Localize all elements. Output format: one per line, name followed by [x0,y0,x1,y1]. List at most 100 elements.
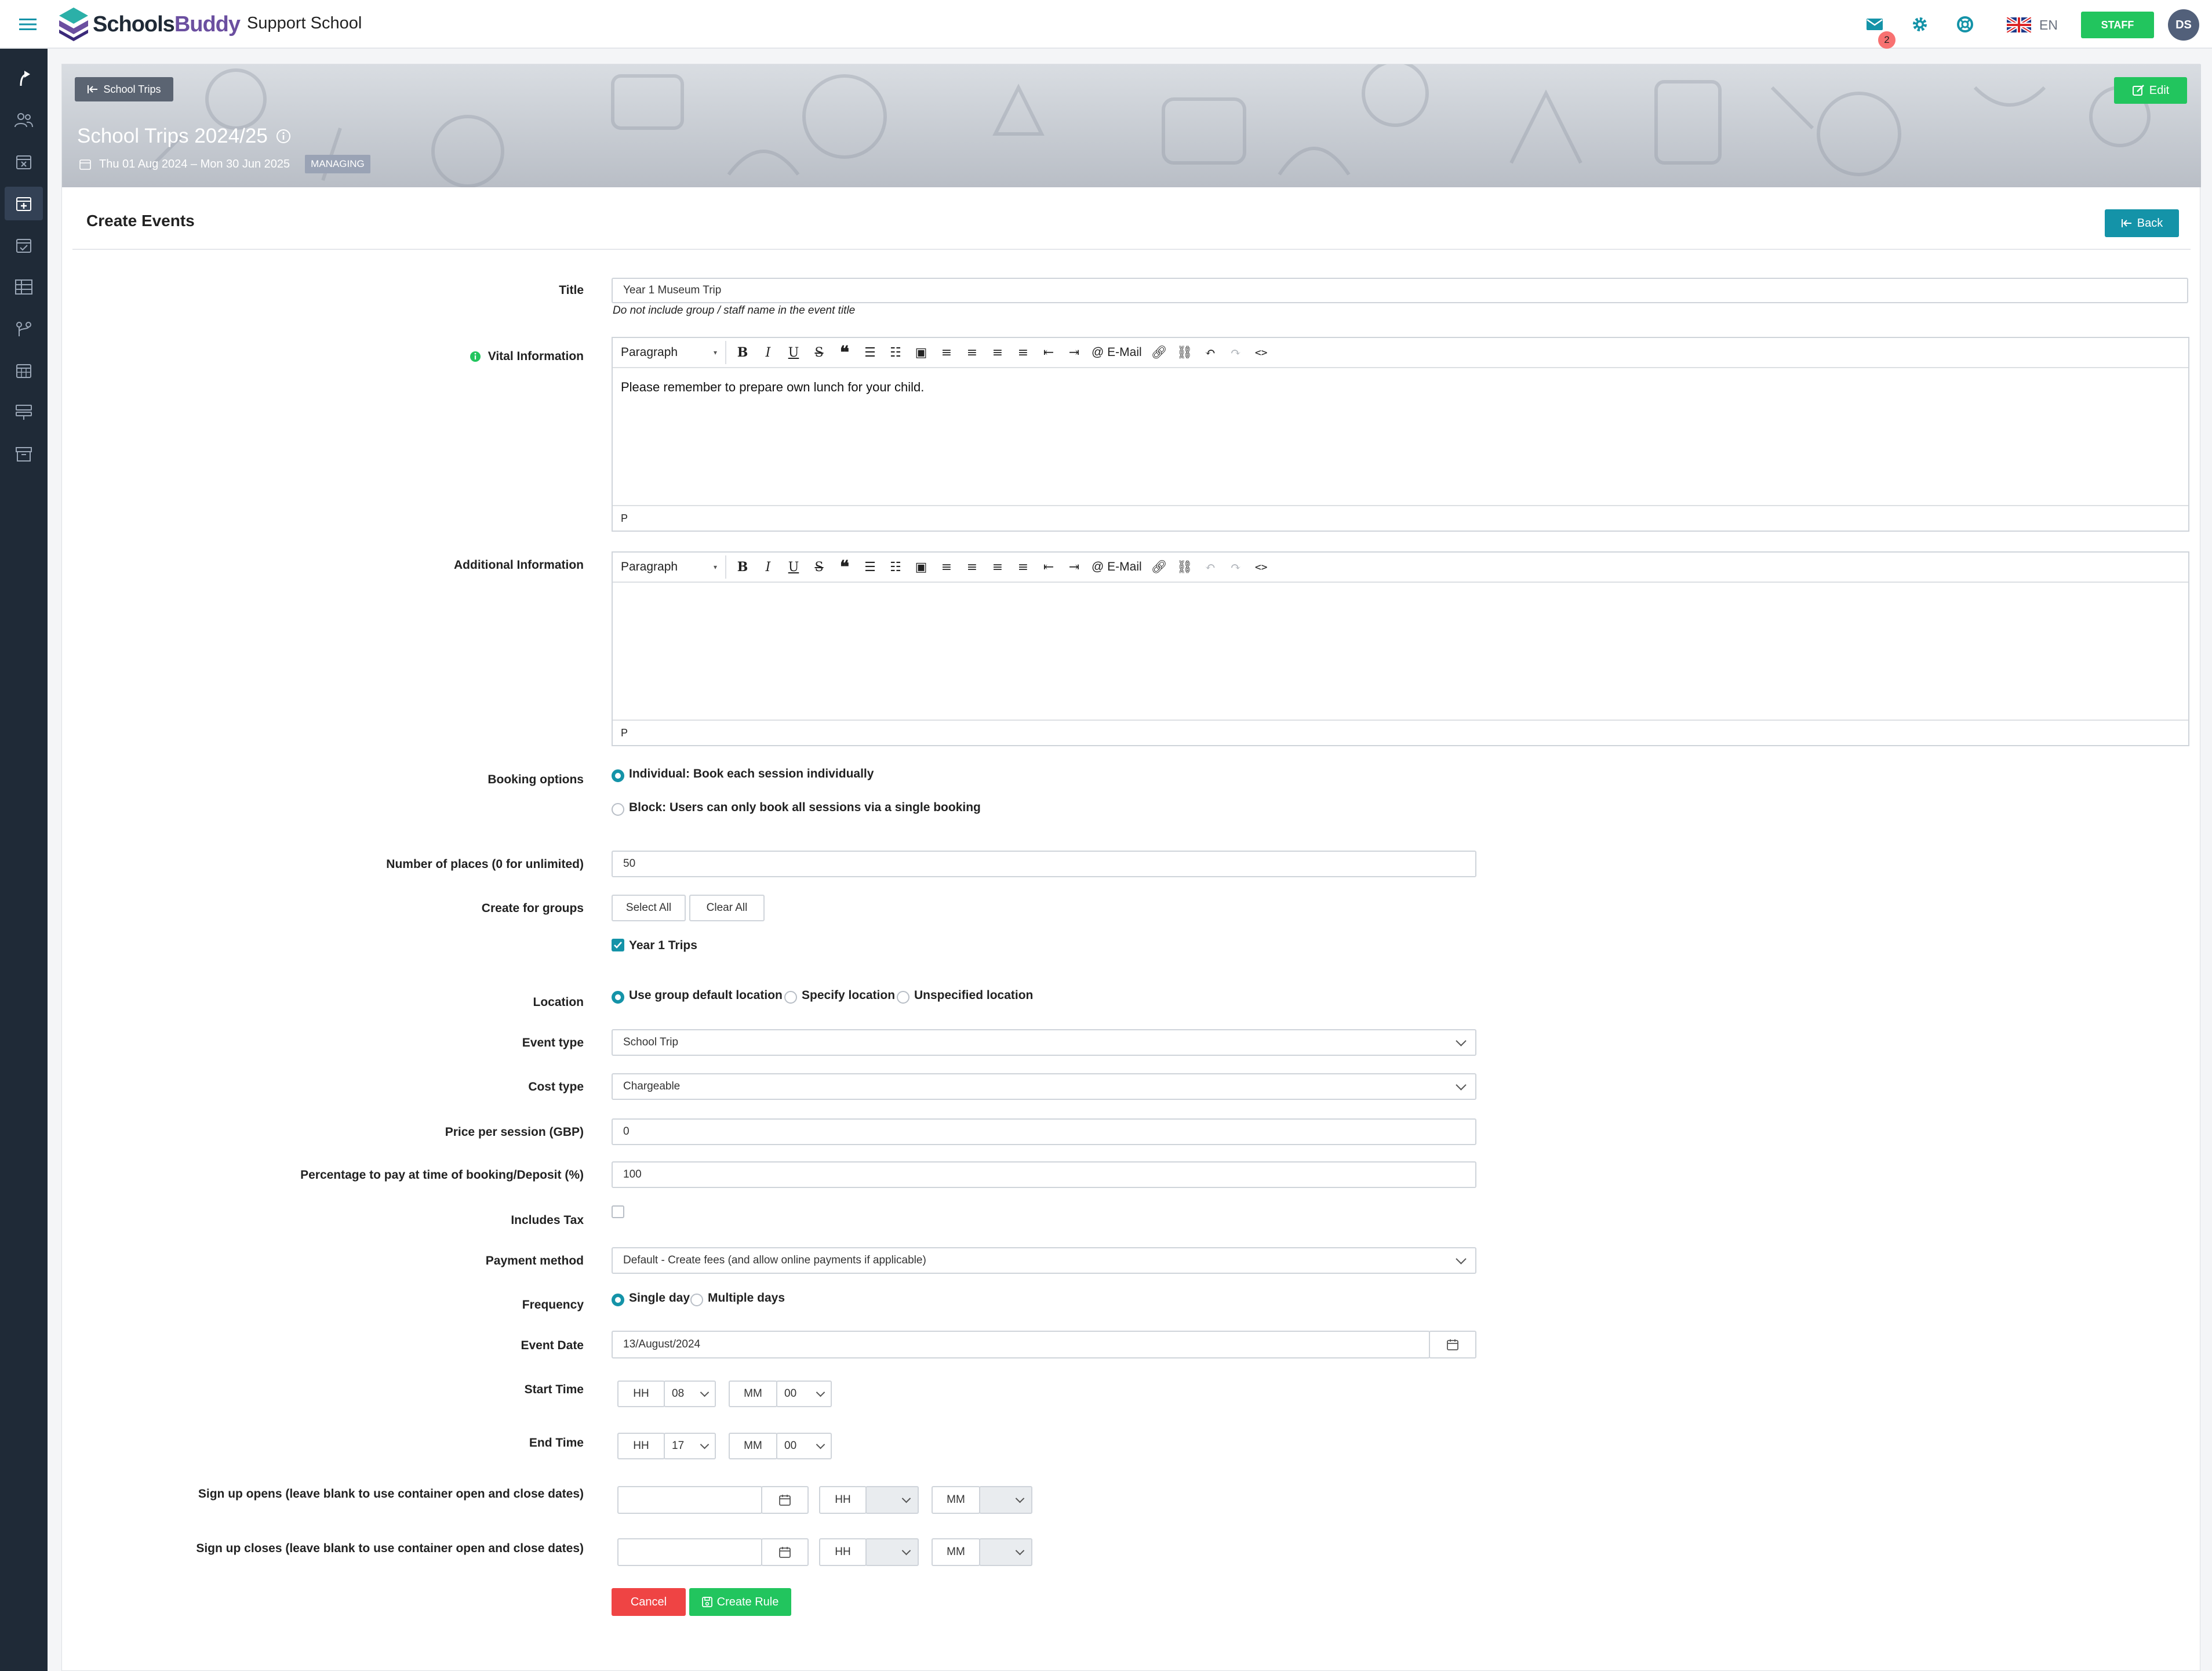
sidebar-item-calendar-check[interactable] [5,228,43,262]
source-code-icon[interactable]: <> [1249,341,1274,364]
gear-icon[interactable] [1908,13,1931,36]
bullet-list-icon[interactable]: ☰ [857,555,883,579]
event-date-input[interactable]: 13/August/2024 [612,1331,1430,1358]
bullet-list-icon[interactable]: ☰ [857,341,883,364]
undo-icon[interactable]: ↶ [1198,341,1223,364]
places-input[interactable]: 50 [612,851,1476,877]
sidebar-item-users[interactable] [5,103,43,137]
link-icon[interactable]: 🔗︎ [1147,341,1172,364]
brand-logo[interactable]: SchoolsBuddy [58,6,241,43]
unlink-icon[interactable]: ⛓︎ [1172,341,1198,364]
outdent-icon[interactable]: ⇤ [1036,555,1061,579]
align-left-icon[interactable]: ≡ [934,341,959,364]
underline-icon[interactable]: U [781,341,806,364]
language-selector[interactable]: EN [2007,15,2058,35]
align-left-icon[interactable]: ≡ [934,555,959,579]
booking-individual-radio[interactable] [612,769,624,782]
hamburger-menu-icon[interactable] [16,13,39,36]
sidebar-item-archive[interactable] [5,437,43,471]
signup-closes-minute-select[interactable] [979,1538,1032,1566]
user-avatar[interactable]: DS [2168,9,2199,41]
staff-role-button[interactable]: STAFF [2081,12,2154,38]
sidebar-item-table[interactable] [5,270,43,304]
bold-icon[interactable]: B [730,341,755,364]
sidebar-item-share[interactable] [5,61,43,95]
cost-type-select[interactable]: Chargeable [612,1073,1476,1100]
align-justify-icon[interactable]: ≡ [1010,555,1036,579]
school-trips-back-button[interactable]: School Trips [75,77,173,101]
indent-icon[interactable]: ⇥ [1061,555,1087,579]
blockquote-icon[interactable]: ❝ [832,341,857,364]
price-input[interactable]: 0 [612,1118,1476,1145]
start-hour-select[interactable]: 08 [664,1381,716,1407]
vital-info-editor[interactable]: Paragraph ▾ B I U S ❝ ☰ ☷ ▣ ≡ ≡ ≡ ≡ ⇤ ⇥ @… [612,337,2189,532]
strikethrough-icon[interactable]: S [806,555,832,579]
start-minute-select[interactable]: 00 [776,1381,832,1407]
format-dropdown[interactable]: Paragraph ▾ [613,555,726,579]
redo-icon[interactable]: ↷ [1223,555,1249,579]
numbered-list-icon[interactable]: ☷ [883,341,908,364]
group-checkbox-year1[interactable] [612,939,624,951]
strikethrough-icon[interactable]: S [806,341,832,364]
cancel-button[interactable]: Cancel [612,1588,686,1616]
signup-closes-date-picker[interactable] [761,1538,809,1566]
additional-editor-content[interactable] [621,587,2180,715]
image-icon[interactable]: ▣ [908,555,934,579]
italic-icon[interactable]: I [755,341,781,364]
booking-block-radio[interactable] [612,803,624,816]
help-lifebuoy-icon[interactable] [1953,13,1977,36]
frequency-single-radio[interactable] [612,1294,624,1306]
redo-icon[interactable]: ↷ [1223,341,1249,364]
sidebar-item-layers[interactable] [5,395,43,429]
signup-closes-date-input[interactable] [617,1538,762,1566]
end-hour-select[interactable]: 17 [664,1433,716,1459]
create-rule-button[interactable]: Create Rule [689,1588,791,1616]
signup-closes-hour-select[interactable] [865,1538,919,1566]
additional-info-editor[interactable]: Paragraph ▾ B I U S ❝ ☰ ☷ ▣ ≡ ≡ ≡ ≡ ⇤ ⇥ @… [612,551,2189,746]
select-all-button[interactable]: Select All [612,895,686,921]
align-justify-icon[interactable]: ≡ [1010,341,1036,364]
link-icon[interactable]: 🔗︎ [1147,555,1172,579]
edit-button[interactable]: Edit [2114,77,2187,104]
location-unspecified-radio[interactable] [897,991,909,1004]
undo-icon[interactable]: ↶ [1198,555,1223,579]
sidebar-item-calendar-x[interactable] [5,145,43,179]
sidebar-item-route[interactable] [5,312,43,346]
sidebar-item-calendar-plus[interactable] [5,187,43,220]
deposit-input[interactable]: 100 [612,1161,1476,1188]
align-center-icon[interactable]: ≡ [959,341,985,364]
signup-opens-date-picker[interactable] [761,1486,809,1514]
blockquote-icon[interactable]: ❝ [832,555,857,579]
outdent-icon[interactable]: ⇤ [1036,341,1061,364]
bold-icon[interactable]: B [730,555,755,579]
info-circle-icon[interactable] [276,129,291,144]
payment-method-select[interactable]: Default - Create fees (and allow online … [612,1247,1476,1274]
italic-icon[interactable]: I [755,555,781,579]
includes-tax-checkbox[interactable] [612,1205,624,1218]
email-link-button[interactable]: @ E-Mail [1087,555,1147,579]
image-icon[interactable]: ▣ [908,341,934,364]
align-center-icon[interactable]: ≡ [959,555,985,579]
unlink-icon[interactable]: ⛓︎ [1172,555,1198,579]
email-link-button[interactable]: @ E-Mail [1087,341,1147,364]
signup-opens-date-input[interactable] [617,1486,762,1514]
frequency-multiple-radio[interactable] [690,1294,703,1306]
vital-editor-content[interactable]: Please remember to prepare own lunch for… [621,380,924,395]
signup-opens-hour-select[interactable] [865,1486,919,1514]
location-specify-radio[interactable] [784,991,797,1004]
source-code-icon[interactable]: <> [1249,555,1274,579]
event-date-picker-button[interactable] [1429,1331,1476,1358]
underline-icon[interactable]: U [781,555,806,579]
location-default-radio[interactable] [612,991,624,1004]
sidebar-item-calendar-grid[interactable] [5,354,43,387]
clear-all-button[interactable]: Clear All [689,895,765,921]
numbered-list-icon[interactable]: ☷ [883,555,908,579]
back-button[interactable]: Back [2105,209,2179,237]
align-right-icon[interactable]: ≡ [985,341,1010,364]
signup-opens-minute-select[interactable] [979,1486,1032,1514]
indent-icon[interactable]: ⇥ [1061,341,1087,364]
end-minute-select[interactable]: 00 [776,1433,832,1459]
align-right-icon[interactable]: ≡ [985,555,1010,579]
title-input[interactable]: Year 1 Museum Trip [612,278,2188,303]
format-dropdown[interactable]: Paragraph ▾ [613,341,726,364]
